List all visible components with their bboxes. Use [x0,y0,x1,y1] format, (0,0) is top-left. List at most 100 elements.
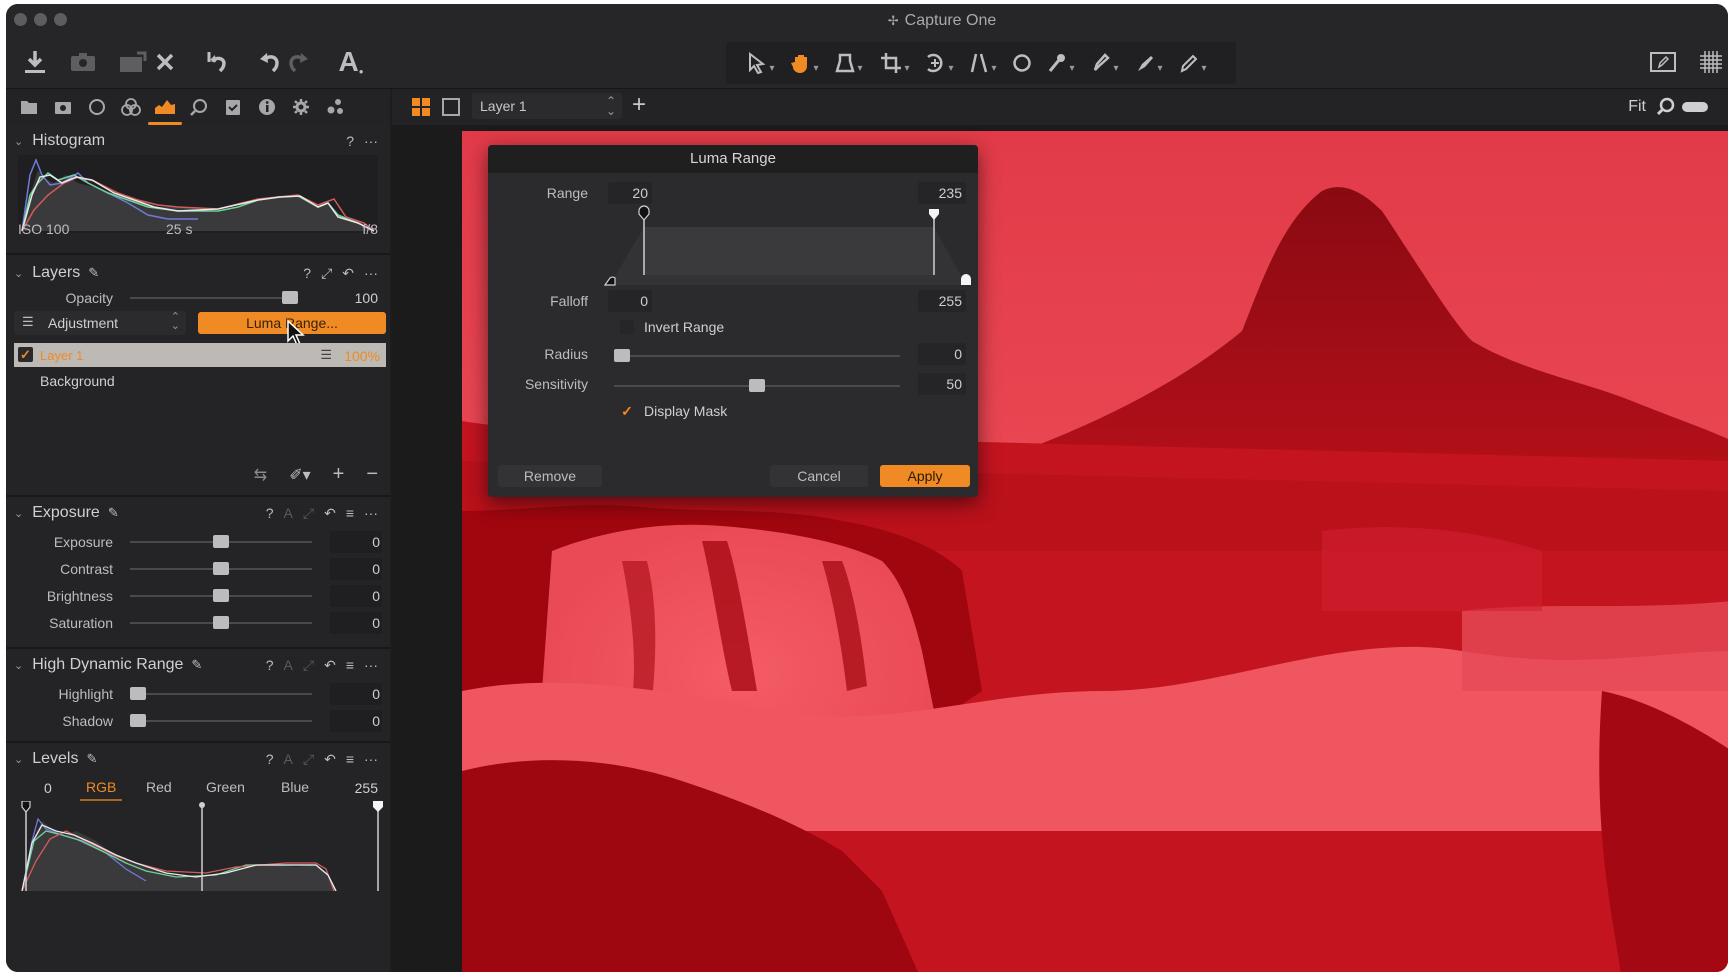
opacity-slider[interactable]: Opacity 100 [6,285,390,311]
slider-track[interactable] [130,720,312,722]
sensitivity-field[interactable]: 50 [918,373,966,395]
slider-highlight[interactable]: Highlight 0 [6,681,390,707]
slider-exposure[interactable]: Exposure 0 [6,529,390,555]
details-tab[interactable] [186,95,212,119]
falloff-low-field[interactable]: 0 [608,290,652,312]
help-icon[interactable]: ? [266,751,274,767]
redo-icon[interactable] [286,46,312,78]
single-view-icon[interactable] [442,98,460,116]
reset-icon[interactable]: ↶ [324,505,336,522]
slider-contrast[interactable]: Contrast 0 [6,556,390,582]
slider-knob[interactable] [213,562,229,575]
layer-row[interactable]: ✓ Layer 1 ☰ 100% [14,343,386,367]
copy-apply-icon[interactable]: ⤢ [303,505,314,522]
library-tab[interactable] [16,95,42,119]
more-icon[interactable]: ··· [364,265,378,281]
color-picker-icon[interactable]: ▾ [1044,47,1078,79]
loupe-icon[interactable]: ▾ [832,47,866,79]
midpoint-handle[interactable] [199,802,205,808]
pan-hand-icon[interactable]: ▾ [788,47,822,79]
brush-menu-icon[interactable]: ✐▾ [289,465,310,485]
falloff-low-handle[interactable] [604,276,616,286]
annotate-pencil-icon[interactable]: ▾ [1176,47,1210,79]
slider-value-field[interactable]: 0 [330,683,382,705]
slider-value-field[interactable]: 0 [330,531,382,553]
hdr-header[interactable]: ⌄ High Dynamic Range ✎ [14,653,202,677]
channel-tab-rgb[interactable]: RGB [80,779,123,801]
add-layer-icon[interactable]: + [333,463,345,486]
sensitivity-knob[interactable] [749,379,765,392]
invert-range-checkbox[interactable]: Invert Range [620,319,724,335]
more-icon[interactable]: ··· [364,133,378,149]
slider-knob[interactable] [130,687,146,700]
levels-low-value[interactable]: 0 [44,780,52,796]
grid-overlay-icon[interactable] [1698,46,1724,78]
black-point-handle[interactable] [21,801,31,813]
select-cursor-icon[interactable]: ▾ [744,47,778,79]
remove-button[interactable]: Remove [498,465,602,487]
capture-tab[interactable] [50,95,76,119]
help-icon[interactable]: ? [266,657,274,673]
slider-shadow[interactable]: Shadow 0 [6,708,390,734]
channel-tab-red[interactable]: Red [146,779,172,795]
auto-adjust-icon[interactable]: A [284,751,293,767]
more-icon[interactable]: ··· [364,505,378,521]
presets-icon[interactable]: ≡ [346,657,354,673]
reset-icon[interactable]: ↶ [324,751,336,768]
help-icon[interactable]: ? [266,505,274,521]
color-tab[interactable] [118,95,144,119]
layer-visibility-checkbox[interactable]: ✓ [18,347,33,362]
range-high-handle[interactable] [929,209,939,220]
copy-apply-icon[interactable]: ⤢ [303,657,314,674]
delete-icon[interactable] [152,46,178,78]
proof-view-icon[interactable] [1646,46,1680,78]
adjustments-tab[interactable] [220,95,246,119]
help-icon[interactable]: ? [346,133,354,149]
layer-row[interactable]: Background [14,369,386,393]
rotate-icon[interactable]: ▾ [922,47,956,79]
auto-adjust-icon[interactable]: A [284,505,293,521]
copy-apply-icon[interactable]: ⤢ [303,751,314,768]
opacity-knob[interactable] [282,291,298,304]
channel-tab-green[interactable]: Green [206,779,245,795]
lens-tab[interactable] [84,95,110,119]
metadata-tab[interactable] [254,95,280,119]
zoom-fit-label[interactable]: Fit [1628,98,1646,116]
cancel-button[interactable]: Cancel [770,465,868,487]
swap-layers-icon[interactable]: ⇆ [254,465,267,485]
falloff-high-handle[interactable] [961,274,971,285]
text-annotation-icon[interactable]: A ● [336,46,366,78]
slider-value-field[interactable]: 0 [330,558,382,580]
more-icon[interactable]: ··· [364,657,378,673]
apply-button[interactable]: Apply [880,465,970,487]
more-icon[interactable]: ··· [364,751,378,767]
white-point-handle[interactable] [373,801,383,812]
range-low-handle[interactable] [638,205,650,221]
falloff-high-field[interactable]: 255 [918,290,966,312]
output-tab[interactable] [288,95,314,119]
layers-header[interactable]: ⌄ Layers ✎ [14,261,99,285]
camera-capture-icon[interactable] [68,46,98,78]
zoom-icon[interactable] [1656,97,1676,122]
slider-knob[interactable] [213,616,229,629]
erase-brush-icon[interactable]: ▾ [1132,47,1166,79]
copy-apply-icon[interactable]: ⤢ [321,265,332,282]
add-layer-icon[interactable]: + [632,91,646,119]
range-low-field[interactable]: 20 [608,182,652,204]
slider-value-field[interactable]: 0 [330,612,382,634]
radius-track[interactable] [614,355,900,357]
levels-header[interactable]: ⌄ Levels ✎ [14,747,97,771]
multi-view-icon[interactable] [412,98,430,116]
slider-brightness[interactable]: Brightness 0 [6,583,390,609]
help-icon[interactable]: ? [303,265,311,281]
export-icon[interactable] [118,46,148,78]
spot-removal-icon[interactable] [1008,47,1036,79]
slider-value-field[interactable]: 0 [330,710,382,732]
channel-tab-blue[interactable]: Blue [281,779,309,795]
zoom-slider[interactable] [1682,102,1708,112]
slider-saturation[interactable]: Saturation 0 [6,610,390,636]
presets-icon[interactable]: ≡ [346,751,354,767]
display-mask-checkbox[interactable]: ✓ Display Mask [620,403,727,420]
levels-high-value[interactable]: 255 [355,780,378,796]
reset-icon[interactable] [202,46,232,78]
